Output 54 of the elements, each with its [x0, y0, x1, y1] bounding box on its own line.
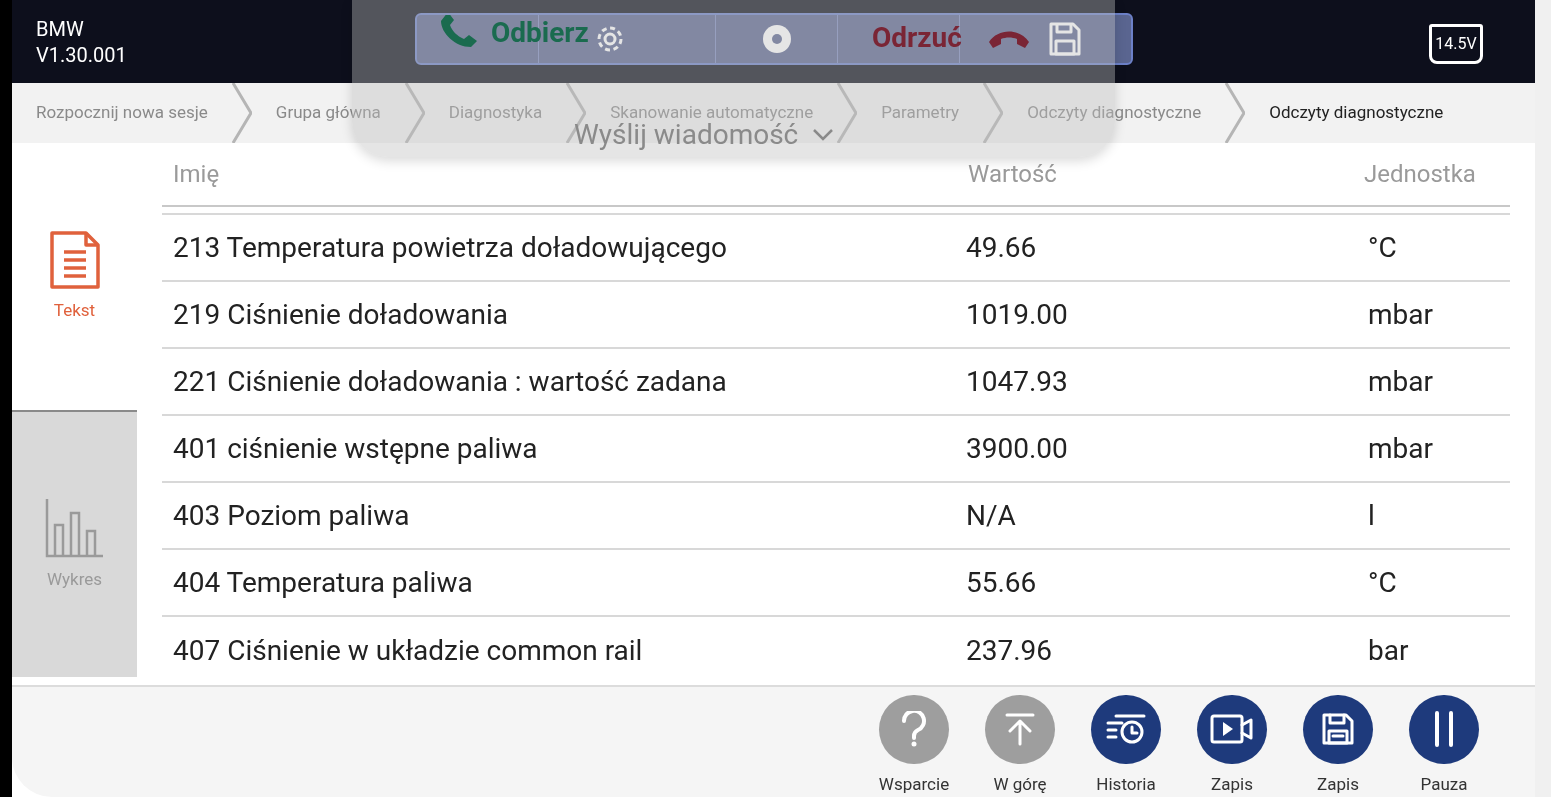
brand-name: BMW [36, 15, 85, 42]
history-list-icon [1106, 713, 1146, 746]
table-cell-text: 49.66 [965, 229, 1038, 266]
table-cell-text: 55.66 [965, 564, 1038, 601]
table-cell-text: N/A [965, 497, 1017, 534]
action-button[interactable]: Pauza [1391, 695, 1497, 797]
view-tab[interactable]: Wykres [12, 410, 137, 677]
chevron-down-icon [812, 128, 835, 142]
table-cell-text: 221 Ciśnienie doładowania : wartość zadana [172, 363, 728, 400]
chevron-separator-icon [983, 83, 1004, 143]
chevron-separator-icon [231, 83, 252, 143]
video-play-icon [1210, 713, 1254, 746]
table-cell-text: 403 Poziom paliwa [172, 497, 411, 534]
breadcrumb-item[interactable]: Diagnostyka [424, 100, 567, 126]
breadcrumb-item[interactable]: Parametry [857, 100, 984, 126]
breadcrumb-item[interactable]: Rozpocznij nowa sesje [12, 100, 232, 126]
table-cell-text: 237.96 [965, 632, 1054, 669]
chevron-separator-icon [1225, 83, 1246, 143]
document-icon [48, 229, 101, 290]
table-cell-text: l [1367, 497, 1376, 534]
decline-button[interactable]: Odrzuć [872, 17, 962, 59]
chevron-separator-icon [837, 83, 858, 143]
table-cell-text: 1047.93 [965, 363, 1069, 400]
table-cell-text: °C [1367, 229, 1398, 266]
bar-chart-icon [44, 496, 105, 559]
record-icon [761, 24, 792, 54]
action-button[interactable]: Historia [1073, 695, 1179, 797]
breadcrumb-item[interactable]: Grupa główna [251, 100, 405, 126]
answer-button[interactable]: Odbierz [491, 12, 589, 54]
breadcrumb-item[interactable]: Odczyty diagnostyczne [1245, 100, 1468, 126]
table-cell-text: mbar [1367, 430, 1434, 467]
table-cell-text: mbar [1367, 363, 1434, 400]
table-cell-text: 1019.00 [965, 296, 1069, 333]
table-cell-text: 404 Temperatura paliwa [172, 564, 474, 601]
action-button[interactable]: Zapis [1285, 695, 1391, 797]
pause-icon [1432, 711, 1456, 748]
column-header: Imię [172, 159, 221, 190]
breadcrumb-item[interactable]: Odczyty diagnostyczne [1003, 100, 1226, 126]
chevron-separator-icon [404, 83, 425, 143]
column-header: Jednostka [1363, 159, 1477, 190]
column-header: Wartość [967, 159, 1058, 190]
action-button[interactable]: Zapis [1179, 695, 1285, 797]
table-cell-text: mbar [1367, 296, 1434, 333]
version-number: V1.30.001 [36, 41, 127, 68]
table-cell-text: 401 ciśnienie wstępne paliwa [172, 430, 539, 467]
upload-arrow-icon [1004, 712, 1036, 747]
table-cell-text: 407 Ciśnienie w układzie common rail [172, 632, 644, 669]
question-mark-icon [899, 711, 929, 748]
table-cell-text: 219 Ciśnienie doładowania [172, 296, 509, 333]
table-cell-text: °C [1367, 564, 1398, 601]
table-cell-text: 3900.00 [965, 430, 1069, 467]
table-cell-text: bar [1367, 632, 1410, 669]
table-cell-text: 213 Temperatura powietrza doładowującego [172, 229, 728, 266]
battery-indicator: 14.5V [1429, 23, 1483, 64]
